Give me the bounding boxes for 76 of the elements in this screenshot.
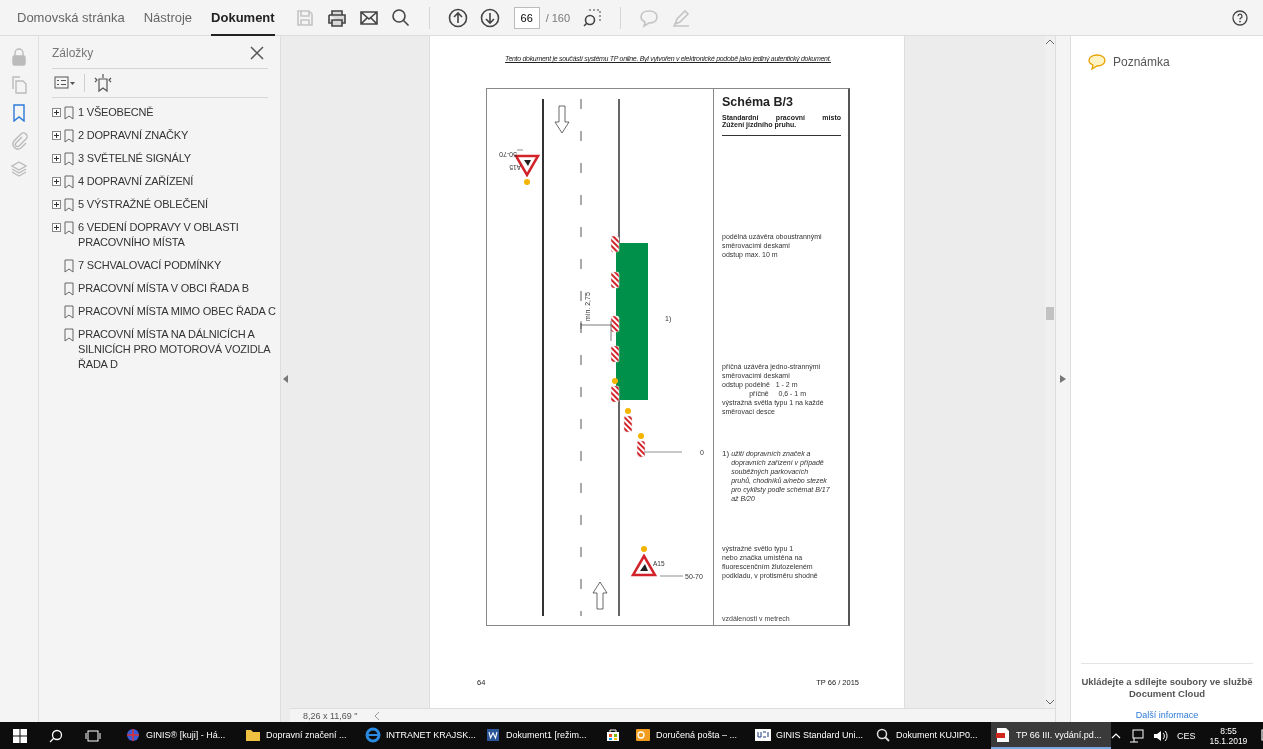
language-indicator[interactable]: CES xyxy=(1177,730,1196,741)
browser-icon xyxy=(365,726,381,743)
bookmark-icon xyxy=(64,221,74,235)
bookmark-icon xyxy=(64,152,74,166)
bookmark-icon xyxy=(64,175,74,189)
vertical-scrollbar[interactable] xyxy=(1045,36,1055,708)
expand-icon[interactable] xyxy=(52,154,61,163)
app-icon xyxy=(755,726,771,743)
clock-date[interactable]: 15.1.2019 xyxy=(1209,735,1248,746)
bookmark-item[interactable]: 2 DOPRAVNÍ ZNAČKY xyxy=(78,128,189,143)
bookmark-item[interactable]: 1 VŠEOBECNĚ xyxy=(78,105,154,120)
shopping-bag-icon xyxy=(605,726,621,743)
expand-icon[interactable] xyxy=(52,223,61,232)
bookmark-icon xyxy=(64,328,74,342)
bookmark-icon xyxy=(64,198,74,212)
new-bookmark-icon[interactable] xyxy=(93,73,113,93)
mail-icon xyxy=(635,726,651,743)
schema-title: Schéma B/3 xyxy=(722,95,794,109)
bookmark-item[interactable]: 6 VEDENÍ DOPRAVY V OBLASTI PRACOVNÍHO MÍSTA xyxy=(78,220,276,250)
print-icon[interactable] xyxy=(326,7,347,28)
volume-icon[interactable] xyxy=(1153,728,1169,743)
bookmark-item[interactable]: PRACOVNÍ MÍSTA NA DÁLNICÍCH A SILNICÍCH PRO MOTOROVÁ VOZIDLA ŘADA D xyxy=(78,327,276,372)
bookmark-icon xyxy=(64,282,74,296)
close-icon[interactable] xyxy=(250,46,264,60)
search-icon xyxy=(875,726,891,743)
expand-icon[interactable] xyxy=(52,200,61,209)
page-total: / 160 xyxy=(545,11,571,24)
footnote-marker: 1) xyxy=(722,449,730,460)
bookmark-icon[interactable] xyxy=(10,104,28,122)
taskbar-app[interactable]: Dopravní značení ... xyxy=(241,722,361,749)
scroll-down-icon[interactable] xyxy=(1046,699,1054,705)
tab[interactable]: Nástroje xyxy=(143,0,193,36)
bookmark-item[interactable]: 3 SVĚTELNÉ SIGNÁLY xyxy=(78,151,191,166)
bookmark-item[interactable]: 7 SCHVALOVACÍ PODMÍNKY xyxy=(78,258,222,273)
expand-icon[interactable] xyxy=(52,177,61,186)
taskbar-app[interactable]: GINIS® [kuji] - Há... xyxy=(121,722,241,749)
taskbar-app[interactable]: TP 66 III. vydání.pd... xyxy=(991,722,1111,749)
down-arrow-icon[interactable] xyxy=(479,7,500,28)
promo-text: Ukládejte a sdílejte soubory ve službě Document Cloud xyxy=(1081,676,1253,700)
pdf-icon xyxy=(995,726,1011,743)
more-info-link[interactable]: Další informace xyxy=(1135,710,1199,720)
taskbar-app[interactable]: Dokument1 [režim... xyxy=(481,722,601,749)
document-icon xyxy=(485,726,501,743)
taskbar-app[interactable]: INTRANET KRAJSK... xyxy=(361,722,481,749)
bookmark-item[interactable]: PRACOVNÍ MÍSTA MIMO OBEC ŘADA C xyxy=(78,304,276,319)
page-number-field[interactable]: 66 xyxy=(513,6,540,29)
bookmark-icon xyxy=(64,106,74,120)
search-icon[interactable] xyxy=(390,7,411,28)
bookmark-item[interactable]: PRACOVNÍ MÍSTA V OBCI ŘADA B xyxy=(78,281,249,296)
help-icon[interactable] xyxy=(1232,9,1248,26)
expand-icon[interactable] xyxy=(52,108,61,117)
chevron-up-icon[interactable] xyxy=(1111,731,1121,740)
marquee-zoom-icon[interactable] xyxy=(582,7,603,28)
globe-icon xyxy=(125,726,141,743)
bookmark-icon xyxy=(64,305,74,319)
scroll-thumb[interactable] xyxy=(1046,307,1054,320)
paperclip-icon[interactable] xyxy=(10,132,28,150)
bookmark-icon xyxy=(64,129,74,143)
clock-time[interactable]: 8:55 xyxy=(1220,725,1237,736)
tab[interactable]: Domovská stránka xyxy=(17,0,125,36)
taskbar-app[interactable]: GINIS Standard Uni... xyxy=(751,722,871,749)
comment-tool-label[interactable]: Poznámka xyxy=(1113,55,1170,69)
up-arrow-icon[interactable] xyxy=(447,7,468,28)
bookmark-item[interactable]: 4 DOPRAVNÍ ZAŘÍZENÍ xyxy=(78,174,194,189)
taskbar-app[interactable]: Doručená pošta – ... xyxy=(631,722,751,749)
bookmark-icon xyxy=(64,259,74,273)
bookmark-item[interactable]: 5 VÝSTRAŽNÉ OBLEČENÍ xyxy=(78,197,208,212)
expand-icon[interactable] xyxy=(52,131,61,140)
network-icon[interactable] xyxy=(1129,728,1145,743)
scroll-left-icon[interactable] xyxy=(374,711,380,720)
page-size-text: 8,26 x 11,69 " xyxy=(303,710,359,721)
options-menu-icon[interactable] xyxy=(54,76,76,90)
expand-right-icon[interactable] xyxy=(1060,375,1066,383)
scroll-up-icon[interactable] xyxy=(1046,39,1054,45)
taskbar-app[interactable]: Dokument KUJIP0... xyxy=(871,722,991,749)
panel-title: Záložky xyxy=(52,46,94,60)
